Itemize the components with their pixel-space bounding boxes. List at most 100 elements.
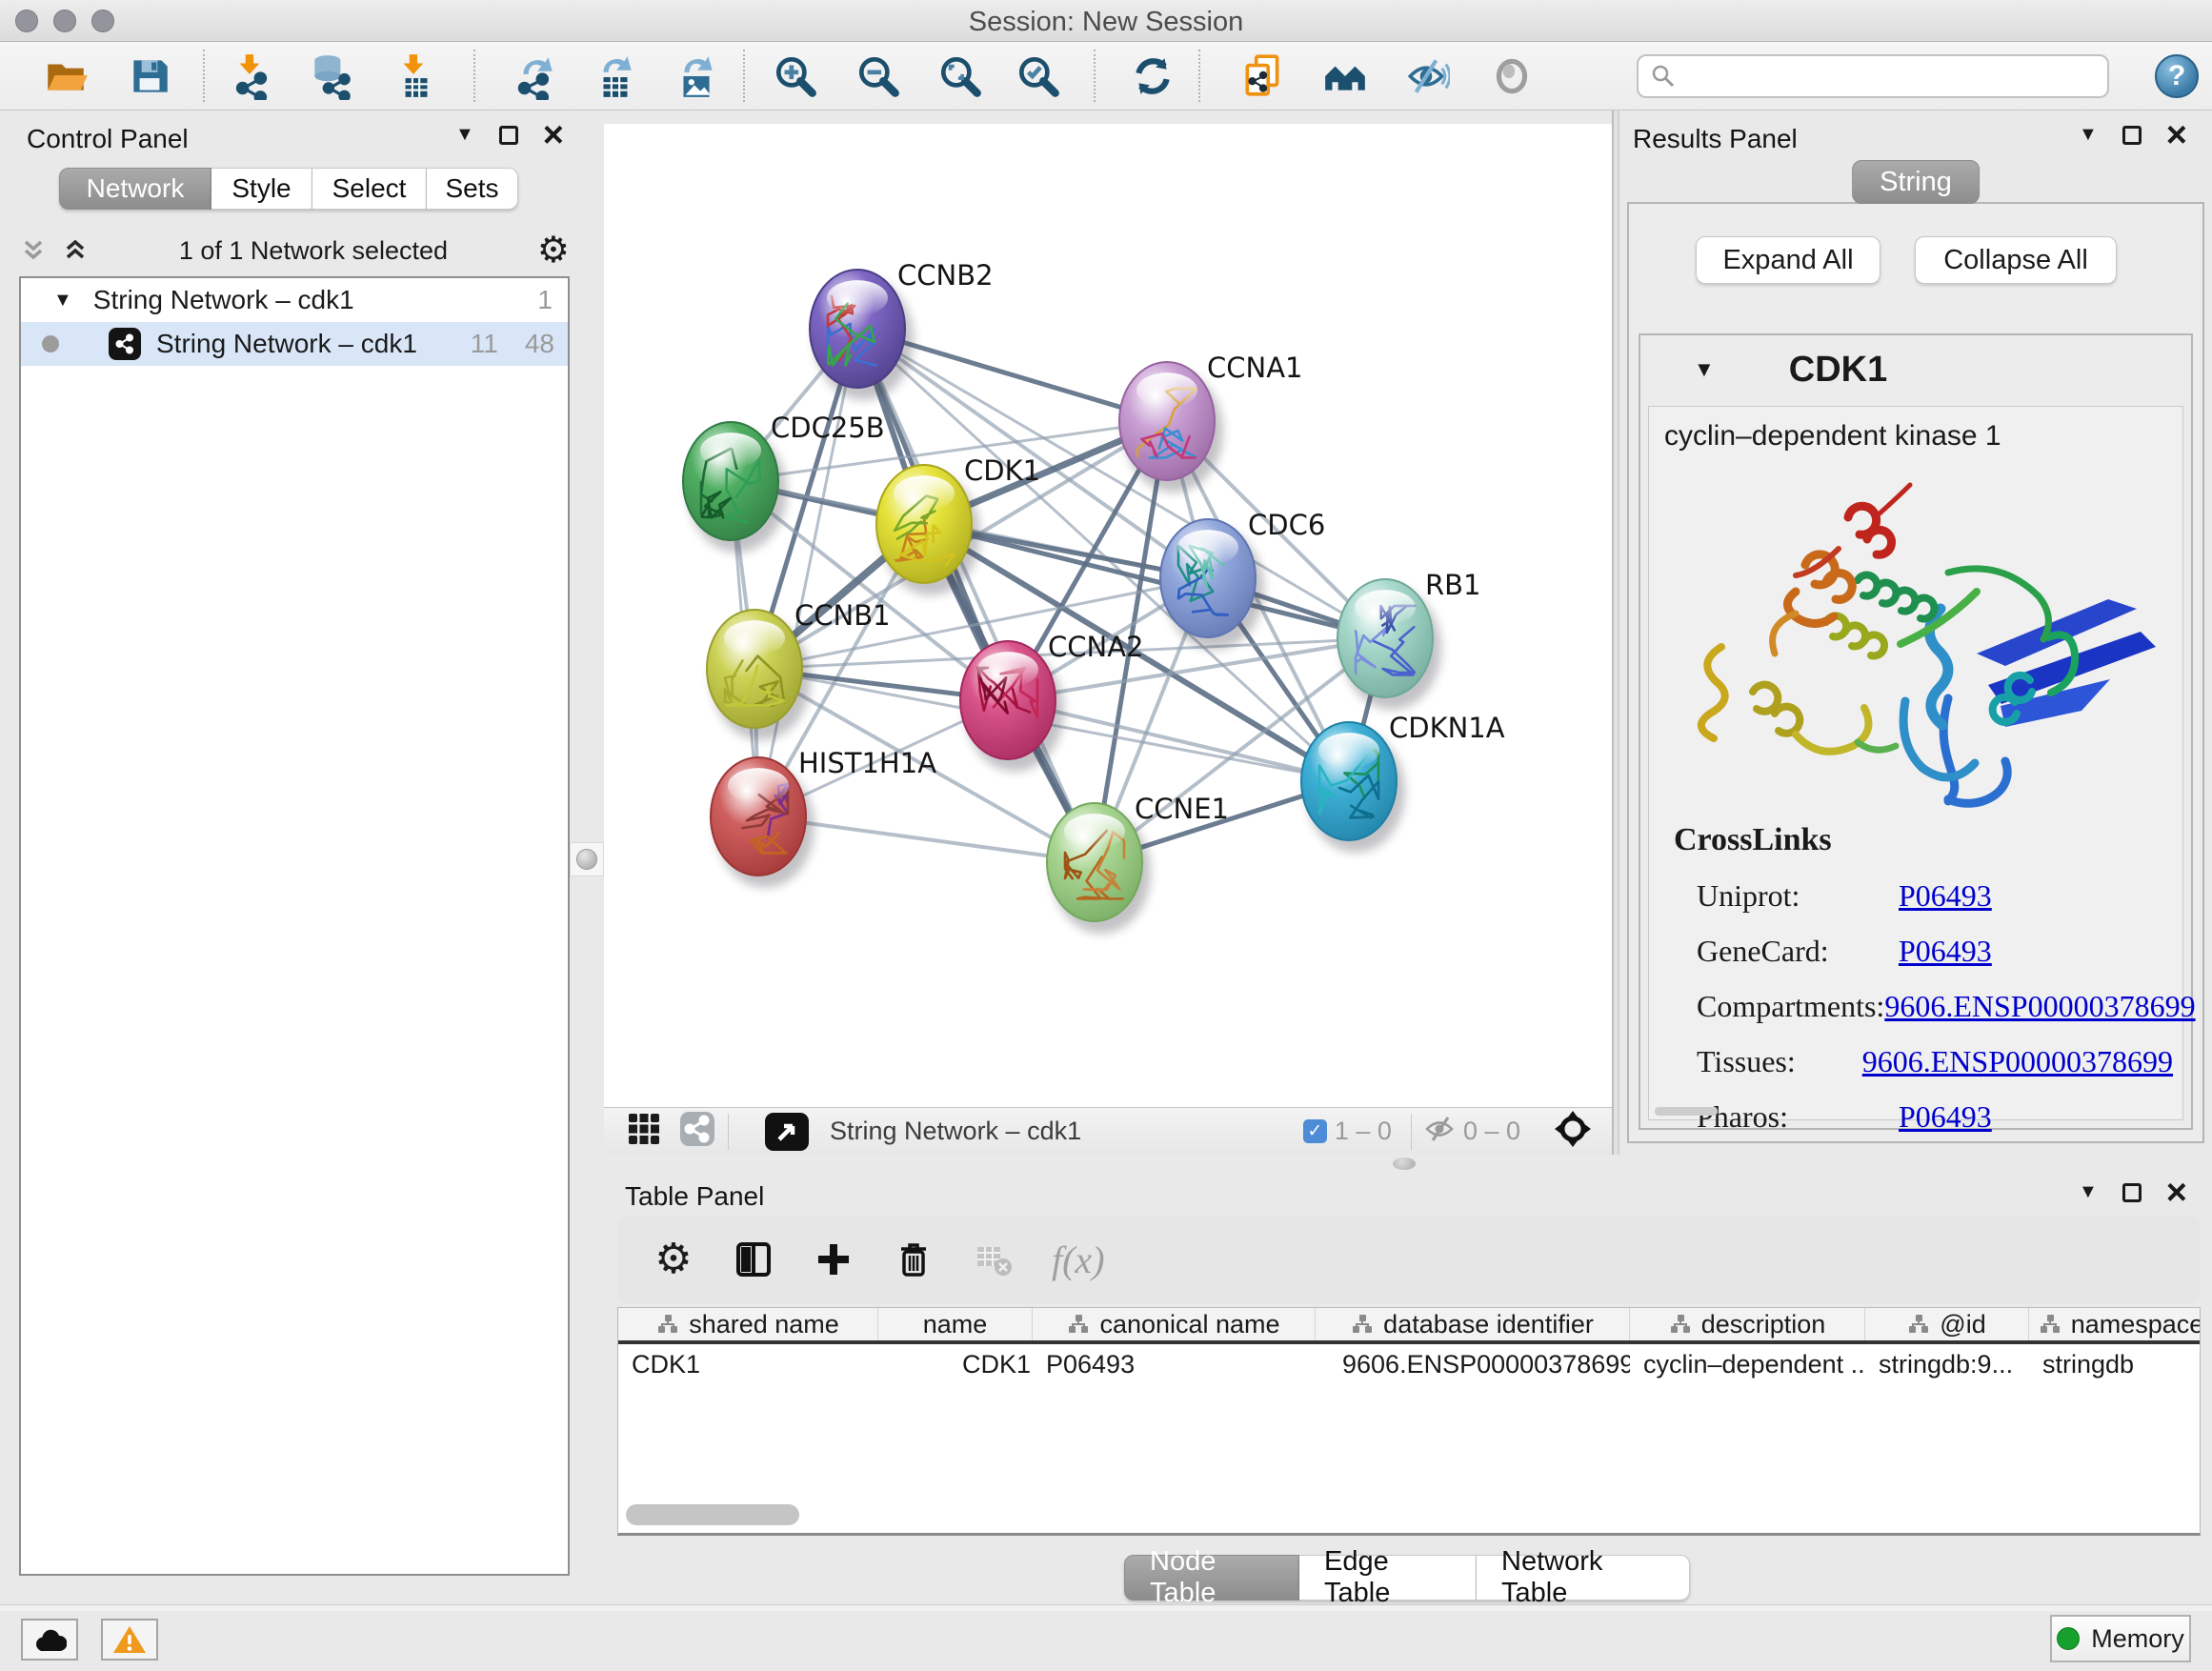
- show-all-icon[interactable]: [1488, 52, 1536, 100]
- column-header--id[interactable]: @id: [1865, 1308, 2029, 1340]
- network-node-HIST1H1A[interactable]: HIST1H1A: [711, 747, 936, 888]
- column-header-name[interactable]: name: [878, 1308, 1033, 1340]
- clone-network-icon[interactable]: [1239, 52, 1287, 100]
- network-node-CCNA2[interactable]: CCNA2: [960, 631, 1143, 772]
- refresh-icon[interactable]: [1129, 52, 1176, 100]
- crosslink-link[interactable]: P06493: [1899, 1099, 1992, 1135]
- export-image-icon[interactable]: [673, 52, 720, 100]
- tab-string[interactable]: String: [1852, 160, 1980, 204]
- add-column-icon[interactable]: [812, 1238, 855, 1281]
- open-in-window-icon[interactable]: [765, 1113, 809, 1151]
- hide-selected-icon[interactable]: [1402, 52, 1450, 100]
- results-hscrollbar[interactable]: [1655, 1107, 1718, 1116]
- table-panel-close-icon[interactable]: ×: [2166, 1183, 2187, 1202]
- crosslink-link[interactable]: P06493: [1899, 878, 1992, 914]
- search-input[interactable]: [1677, 57, 2107, 95]
- control-panel-collapse-icon[interactable]: ▼: [455, 124, 474, 146]
- open-session-icon[interactable]: [42, 52, 90, 100]
- network-node-CDK1[interactable]: CDK1: [876, 454, 1040, 595]
- network-node-count: 11: [471, 329, 498, 359]
- crosslink-link[interactable]: 9606.ENSP00000378699: [1884, 989, 2195, 1024]
- tab-style[interactable]: Style: [211, 168, 312, 210]
- network-node-RB1[interactable]: RB1: [1337, 569, 1481, 710]
- zoom-fit-icon[interactable]: [936, 52, 984, 100]
- table-row[interactable]: CDK1CDK1P064939606.ENSP00000378699cyclin…: [618, 1344, 2200, 1384]
- network-node-CCNE1[interactable]: CCNE1: [1047, 793, 1229, 934]
- cloud-button[interactable]: [21, 1619, 78, 1661]
- horizontal-splitter-handle[interactable]: [1393, 1158, 1416, 1170]
- save-session-icon[interactable]: [126, 52, 173, 100]
- delete-column-icon[interactable]: [892, 1238, 935, 1281]
- zoom-out-icon[interactable]: [855, 52, 902, 100]
- crosslink-link[interactable]: P06493: [1899, 934, 1992, 969]
- network-node-CDKN1A[interactable]: CDKN1A: [1301, 712, 1505, 853]
- table-header-row: shared namenamecanonical namedatabase id…: [618, 1308, 2200, 1344]
- show-columns-icon[interactable]: [732, 1238, 775, 1281]
- help-icon[interactable]: ?: [2155, 54, 2199, 98]
- table-hscrollbar[interactable]: [626, 1504, 799, 1525]
- crosslink-link[interactable]: 9606.ENSP00000378699: [1862, 1044, 2173, 1079]
- collapse-all-button[interactable]: Collapse All: [1915, 236, 2117, 284]
- network-node-CDC6[interactable]: CDC6: [1160, 509, 1325, 650]
- tab-network[interactable]: Network: [59, 168, 211, 210]
- expand-all-button[interactable]: Expand All: [1696, 236, 1880, 284]
- table-panel-title: Table Panel: [625, 1181, 764, 1212]
- network-edge[interactable]: [857, 329, 1095, 862]
- tab-node-table[interactable]: Node Table: [1124, 1555, 1299, 1601]
- export-table-icon[interactable]: [592, 52, 639, 100]
- tab-select[interactable]: Select: [312, 168, 427, 210]
- gene-details: cyclin–dependent kinase 1: [1648, 406, 2183, 1120]
- expand-all-networks-icon[interactable]: [61, 236, 90, 265]
- table-tabs: Node TableEdge TableNetwork Table: [1124, 1555, 1690, 1601]
- network-node-CCNA1[interactable]: CCNA1: [1119, 352, 1302, 493]
- birds-eye-view-icon[interactable]: [627, 1112, 661, 1151]
- control-panel-float-icon[interactable]: [499, 126, 518, 145]
- table-panel-float-icon[interactable]: [2122, 1183, 2142, 1202]
- import-table-icon[interactable]: [392, 52, 439, 100]
- collection-expand-icon[interactable]: ▼: [53, 290, 72, 312]
- table-panel-collapse-icon[interactable]: ▼: [2079, 1181, 2098, 1203]
- import-database-icon[interactable]: [308, 52, 355, 100]
- tab-network-table[interactable]: Network Table: [1477, 1555, 1690, 1601]
- network-node-CCNB1[interactable]: CCNB1: [707, 599, 891, 740]
- column-header-canonical-name[interactable]: canonical name: [1033, 1308, 1316, 1340]
- first-neighbors-icon[interactable]: [1321, 52, 1369, 100]
- table-options-gear-icon[interactable]: ⚙: [652, 1238, 695, 1281]
- column-header-description[interactable]: description: [1630, 1308, 1865, 1340]
- tab-edge-table[interactable]: Edge Table: [1299, 1555, 1477, 1601]
- fit-content-icon[interactable]: [1553, 1109, 1593, 1154]
- node-label-CDC6: CDC6: [1248, 509, 1325, 541]
- gene-expand-icon[interactable]: ▼: [1694, 357, 1715, 382]
- gene-section-header[interactable]: ▼ CDK1: [1640, 335, 2191, 404]
- results-panel-close-icon[interactable]: ×: [2166, 126, 2187, 145]
- network-options-gear-icon[interactable]: ⚙: [537, 232, 570, 269]
- collapse-all-networks-icon[interactable]: [19, 236, 48, 265]
- selected-nodes-checkbox[interactable]: ✓: [1303, 1119, 1327, 1143]
- import-network-icon[interactable]: [228, 52, 275, 100]
- gene-description: cyclin–dependent kinase 1: [1664, 420, 2001, 453]
- results-panel-float-icon[interactable]: [2122, 126, 2142, 145]
- network-node-CDC25B[interactable]: CDC25B: [683, 412, 885, 553]
- network-edge-count: 48: [525, 329, 554, 359]
- memory-button[interactable]: Memory: [2050, 1615, 2191, 1662]
- network-edge[interactable]: [758, 329, 857, 816]
- results-panel-collapse-icon[interactable]: ▼: [2079, 124, 2098, 146]
- zoom-selected-icon[interactable]: [1015, 52, 1062, 100]
- network-collection-row[interactable]: ▼ String Network – cdk1 1: [21, 278, 568, 322]
- column-header-shared-name[interactable]: shared name: [618, 1308, 878, 1340]
- zoom-in-icon[interactable]: [772, 52, 819, 100]
- column-header-namespace[interactable]: namespace: [2029, 1308, 2201, 1340]
- node-label-CCNB2: CCNB2: [897, 259, 994, 292]
- string-style-icon[interactable]: [678, 1110, 716, 1153]
- left-splitter-handle[interactable]: [570, 842, 604, 876]
- network-row[interactable]: String Network – cdk1 11 48: [21, 322, 568, 366]
- tab-sets[interactable]: Sets: [427, 168, 518, 210]
- column-header-database-identifier[interactable]: database identifier: [1316, 1308, 1630, 1340]
- function-builder-icon: f(x): [1052, 1238, 1105, 1282]
- warnings-button[interactable]: [101, 1619, 158, 1661]
- export-network-icon[interactable]: [512, 52, 559, 100]
- table-cell: 9606.ENSP00000378699: [1316, 1344, 1630, 1384]
- network-canvas[interactable]: CCNB2 CCNA1 CDC25BCDK1 CDC6 RB1 CCNB1 CCNA2 CDK…: [604, 124, 1612, 1107]
- network-node-CCNB2[interactable]: CCNB2: [810, 259, 994, 400]
- control-panel-close-icon[interactable]: ×: [543, 126, 564, 145]
